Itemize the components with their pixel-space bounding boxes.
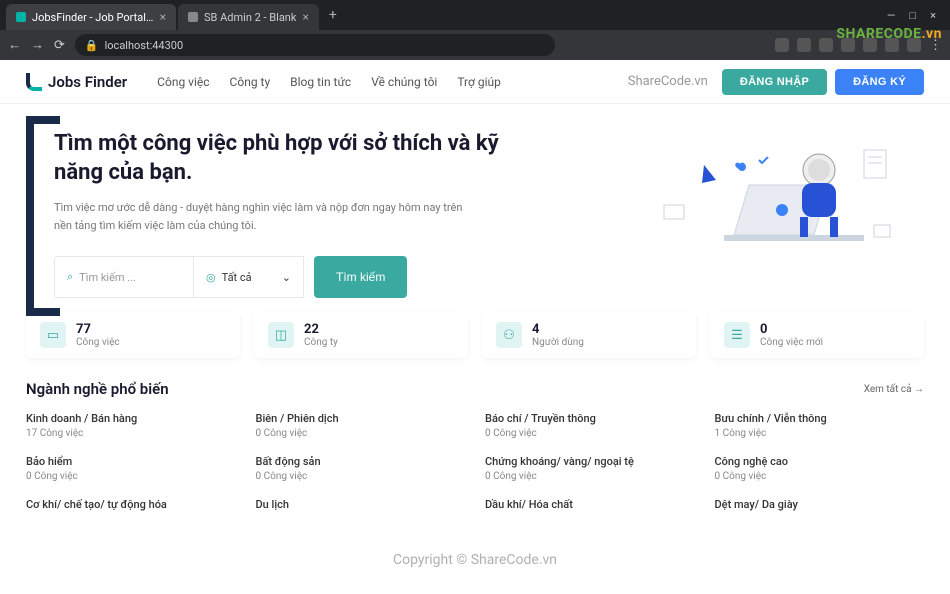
copyright-watermark: Copyright © ShareCode.vn — [393, 552, 557, 568]
logo[interactable]: Jobs Finder — [26, 73, 127, 91]
search-input[interactable]: ⌕ Tìm kiếm ... — [54, 256, 194, 298]
category-item[interactable]: Dệt may/ Da giày — [715, 498, 925, 514]
location-icon: ◎ — [206, 271, 216, 284]
page-content: Jobs Finder Công việc Công ty Blog tin t… — [0, 60, 950, 594]
stat-card-jobs[interactable]: ▭ 77Công việc — [26, 312, 240, 358]
browser-tab-2[interactable]: SB Admin 2 - Blank × — [178, 4, 319, 30]
nav-link-companies[interactable]: Công ty — [230, 75, 271, 89]
stat-number: 77 — [76, 322, 120, 337]
search-icon: ⌕ — [67, 270, 73, 284]
category-item[interactable]: Dầu khí/ Hóa chất — [485, 498, 695, 514]
close-icon[interactable]: × — [160, 10, 166, 24]
register-button[interactable]: ĐĂNG KÝ — [835, 69, 924, 95]
browser-tab-1[interactable]: JobsFinder - Job Portal Website T × — [6, 4, 176, 30]
site-header: Jobs Finder Công việc Công ty Blog tin t… — [0, 60, 950, 104]
minimize-button[interactable]: — — [887, 9, 896, 22]
hero-illustration — [644, 122, 924, 298]
category-item[interactable]: Bất động sản0 Công việc — [256, 455, 466, 482]
category-item[interactable]: Biên / Phiên dịch0 Công việc — [256, 412, 466, 439]
document-icon: ☰ — [724, 322, 750, 348]
reload-button[interactable]: ⟳ — [54, 38, 65, 53]
extension-icon[interactable] — [863, 38, 877, 52]
url-input[interactable]: 🔒 localhost:44300 — [75, 34, 555, 56]
url-text: localhost:44300 — [105, 39, 184, 52]
nav-link-help[interactable]: Trợ giúp — [457, 75, 501, 89]
window-controls: — □ × — [887, 9, 944, 22]
stat-card-companies[interactable]: ◫ 22Công ty — [254, 312, 468, 358]
category-item[interactable]: Du lịch — [256, 498, 466, 514]
login-button[interactable]: ĐĂNG NHẬP — [722, 69, 827, 95]
new-tab-button[interactable]: + — [321, 7, 345, 23]
building-icon: ◫ — [268, 322, 294, 348]
extension-icon[interactable] — [841, 38, 855, 52]
categories-header: Ngành nghề phổ biến Xem tất cả → — [0, 358, 950, 412]
briefcase-icon: ▭ — [40, 322, 66, 348]
chevron-down-icon: ⌄ — [282, 271, 291, 284]
stat-number: 4 — [532, 322, 584, 337]
favicon-icon — [188, 12, 198, 22]
search-placeholder: Tìm kiếm ... — [79, 271, 136, 284]
hero-section: Tìm một công việc phù hợp với sở thích v… — [0, 104, 950, 312]
forward-button[interactable]: → — [31, 37, 44, 53]
menu-button[interactable]: ⋮ — [929, 38, 942, 53]
stats-row: ▭ 77Công việc ◫ 22Công ty ⚇ 4Người dùng … — [0, 312, 950, 358]
back-button[interactable]: ← — [8, 37, 21, 53]
extension-icon[interactable] — [885, 38, 899, 52]
category-item[interactable]: Bảo hiểm0 Công việc — [26, 455, 236, 482]
browser-tabs-bar: JobsFinder - Job Portal Website T × SB A… — [0, 0, 950, 30]
maximize-button[interactable]: □ — [909, 9, 916, 22]
view-all-link[interactable]: Xem tất cả → — [864, 384, 924, 395]
stat-label: Người dùng — [532, 337, 584, 348]
header-actions: ShareCode.vn ĐĂNG NHẬP ĐĂNG KÝ — [628, 69, 924, 95]
nav-link-jobs[interactable]: Công việc — [157, 75, 209, 89]
categories-grid: Kinh doanh / Bán hàng17 Công việc Biên /… — [0, 412, 950, 514]
nav-link-about[interactable]: Về chúng tôi — [371, 75, 437, 89]
location-select[interactable]: ◎ Tất cả ⌄ — [194, 256, 304, 298]
nav-link-blog[interactable]: Blog tin tức — [290, 75, 351, 89]
category-item[interactable]: Cơ khí/ chế tạo/ tự động hóa — [26, 498, 236, 514]
stat-card-users[interactable]: ⚇ 4Người dùng — [482, 312, 696, 358]
search-button[interactable]: Tìm kiếm — [314, 256, 407, 298]
stat-number: 22 — [304, 322, 338, 337]
stat-label: Công việc — [76, 337, 120, 348]
main-nav: Công việc Công ty Blog tin tức Về chúng … — [157, 75, 501, 89]
hero-subtitle: Tìm việc mơ ước dễ dàng - duyệt hàng ngh… — [54, 199, 474, 234]
favicon-icon — [16, 12, 26, 22]
extension-icon[interactable] — [775, 38, 789, 52]
brand-name: Jobs Finder — [48, 73, 127, 91]
tab-title: JobsFinder - Job Portal Website T — [32, 11, 154, 24]
lock-icon: 🔒 — [85, 39, 99, 52]
category-item[interactable]: Công nghệ cao0 Công việc — [715, 455, 925, 482]
extension-icons: ⋮ — [775, 38, 942, 53]
location-value: Tất cả — [222, 271, 252, 284]
stat-number: 0 — [760, 322, 823, 337]
watermark-text: ShareCode.vn — [628, 74, 708, 89]
stat-label: Công việc mới — [760, 337, 823, 348]
accent-border — [26, 116, 34, 316]
search-row: ⌕ Tìm kiếm ... ◎ Tất cả ⌄ Tìm kiếm — [54, 256, 644, 298]
stat-label: Công ty — [304, 337, 338, 348]
users-icon: ⚇ — [496, 322, 522, 348]
extension-icon[interactable] — [907, 38, 921, 52]
close-icon[interactable]: × — [302, 10, 308, 24]
logo-icon — [26, 73, 42, 91]
category-item[interactable]: Chứng khoáng/ vàng/ ngoại tệ0 Công việc — [485, 455, 695, 482]
extension-icon[interactable] — [797, 38, 811, 52]
category-item[interactable]: Bưu chính / Viễn thông1 Công việc — [715, 412, 925, 439]
extension-icon[interactable] — [819, 38, 833, 52]
tab-title: SB Admin 2 - Blank — [204, 11, 296, 24]
category-item[interactable]: Kinh doanh / Bán hàng17 Công việc — [26, 412, 236, 439]
hero-title: Tìm một công việc phù hợp với sở thích v… — [54, 130, 534, 187]
stat-card-new-jobs[interactable]: ☰ 0Công việc mới — [710, 312, 924, 358]
close-window-button[interactable]: × — [930, 9, 936, 22]
address-bar: ← → ⟳ 🔒 localhost:44300 ⋮ — [0, 30, 950, 60]
categories-title: Ngành nghề phổ biến — [26, 380, 169, 398]
category-item[interactable]: Báo chí / Truyền thông0 Công việc — [485, 412, 695, 439]
